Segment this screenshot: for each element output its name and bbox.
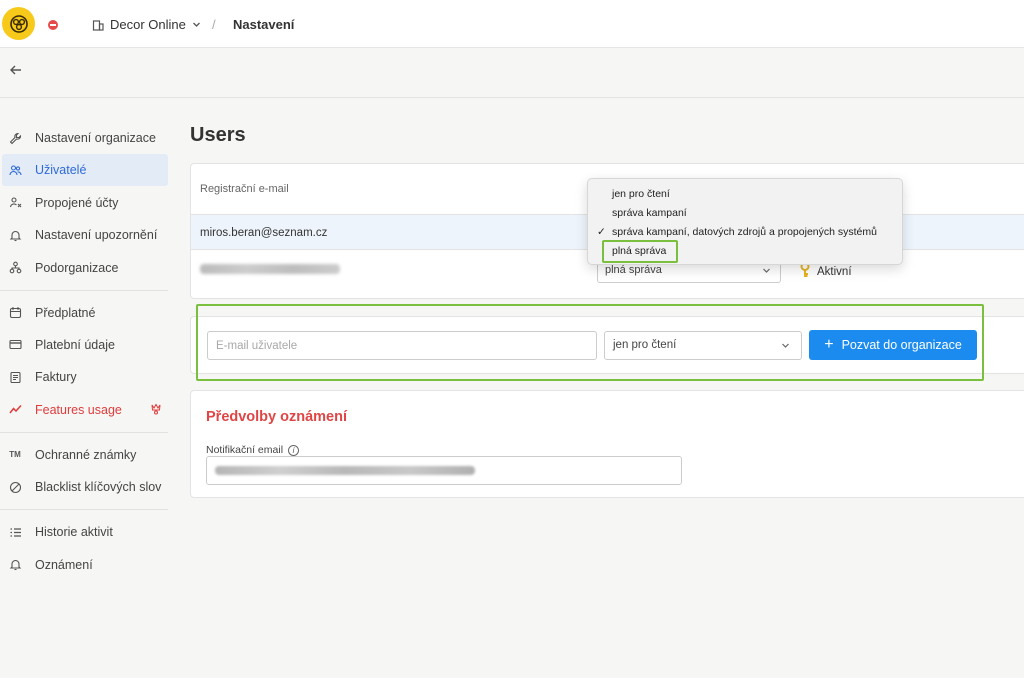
invite-to-organization-button[interactable]: + Pozvat do organizace [809, 330, 977, 360]
role-option-campaign-management[interactable]: správa kampaní [612, 207, 687, 219]
page-title: Users [190, 124, 246, 146]
breadcrumb-current: Nastavení [233, 17, 295, 32]
checkmark-icon: ✓ [597, 226, 606, 238]
role-option-read-only[interactable]: jen pro čtení [612, 188, 670, 200]
sidebar-item-notification-settings[interactable]: Nastavení upozornění [0, 219, 170, 251]
sidebar-item-label: Ochranné známky [35, 447, 137, 462]
info-icon[interactable]: i [288, 444, 300, 456]
organization-selector[interactable]: Decor Online [92, 17, 201, 32]
role-dropdown-menu: jen pro čtení správa kampaní ✓ správa ka… [587, 178, 903, 265]
sidebar-divider [0, 509, 168, 511]
role-option-campaigns-data-sources[interactable]: správa kampaní, datových zdrojů a propoj… [612, 226, 877, 238]
breadcrumb-separator: / [212, 17, 216, 32]
sidebar-item-subscription[interactable]: Předplatné [0, 297, 170, 329]
wrench-icon [8, 131, 22, 145]
trademark-icon: TM [9, 450, 21, 460]
user-link-icon [8, 196, 22, 210]
bell-icon [8, 558, 22, 572]
sidebar-item-activity-history[interactable]: Historie aktivit [0, 516, 170, 548]
building-icon [92, 19, 104, 31]
sidebar-item-label: Blacklist klíčových slov [35, 480, 162, 495]
highlight-frame [602, 240, 678, 263]
sidebar-item-notifications[interactable]: Oznámení [0, 549, 170, 581]
redacted-email [200, 264, 340, 274]
calendar-icon [8, 306, 22, 320]
top-bar: Decor Online / Nastavení [0, 0, 1024, 48]
notification-email-input[interactable] [206, 456, 682, 485]
organization-name: Decor Online [110, 17, 186, 32]
sidebar-item-users[interactable]: Uživatelé [2, 154, 168, 187]
sidebar-item-label: Nastavení upozornění [35, 228, 158, 243]
user-email: miros.beran@seznam.cz [200, 227, 328, 239]
sidebar-item-keyword-blacklist[interactable]: Blacklist klíčových slov [0, 471, 170, 503]
app-logo[interactable] [2, 7, 35, 40]
redacted-notification-email [215, 466, 475, 475]
logo-icon [9, 14, 28, 33]
credit-card-icon [8, 338, 22, 352]
sidebar-item-label: Propojené účty [35, 195, 119, 210]
notification-preferences: Předvolby oznámení Notifikační email i [190, 390, 1024, 498]
sidebar-item-label: Features usage [35, 402, 122, 417]
invoice-icon [8, 370, 22, 384]
sidebar-item-linked-accounts[interactable]: Propojené účty [0, 187, 170, 219]
settings-sidebar: Nastavení organizace Uživatelé Propojené… [0, 122, 170, 581]
sidebar-item-payment-details[interactable]: Platební údaje [0, 329, 170, 361]
sidebar-item-trademarks[interactable]: TM Ochranné známky [0, 439, 170, 471]
sidebar-divider [0, 431, 168, 433]
sidebar-item-label: Faktury [35, 370, 77, 385]
sidebar-item-suborganizations[interactable]: Podorganizace [0, 252, 170, 284]
invite-button-label: Pozvat do organizace [841, 338, 962, 352]
trend-icon [8, 403, 22, 417]
sidebar-item-label: Předplatné [35, 305, 96, 320]
sidebar-item-label: Uživatelé [35, 163, 87, 178]
plus-icon: + [824, 336, 834, 353]
notification-email-label: Notifikační email i [206, 444, 300, 456]
invite-role-value: jen pro čtení [613, 339, 677, 351]
list-icon [8, 525, 22, 539]
column-header-email: Registrační e-mail [200, 183, 289, 195]
users-icon [8, 163, 22, 177]
sidebar-divider [0, 289, 168, 291]
chevron-down-icon [781, 332, 790, 370]
back-arrow-icon[interactable] [9, 63, 23, 77]
sidebar-item-label: Oznámení [35, 557, 93, 572]
sidebar-item-organization-settings[interactable]: Nastavení organizace [0, 122, 170, 154]
preferences-title: Předvolby oznámení [206, 409, 348, 425]
sidebar-item-label: Podorganizace [35, 260, 119, 275]
sidebar-item-label: Platební údaje [35, 337, 115, 352]
invite-role-select[interactable]: jen pro čtení [604, 331, 802, 360]
sitemap-icon [8, 261, 22, 275]
bell-settings-icon [8, 228, 22, 242]
invite-email-input[interactable] [207, 331, 597, 360]
invite-user-form: jen pro čtení + Pozvat do organizace [190, 316, 1024, 374]
status-label: Aktivní [817, 265, 852, 278]
sidebar-item-invoices[interactable]: Faktury [0, 361, 170, 393]
blocked-icon [8, 480, 22, 494]
user-role-value: plná správa [605, 264, 662, 276]
premium-icon [150, 403, 162, 418]
sidebar-item-label: Nastavení organizace [35, 131, 156, 145]
notification-email-label-text: Notifikační email [206, 444, 284, 456]
chevron-down-icon [192, 22, 200, 27]
sidebar-item-features-usage[interactable]: Features usage [0, 394, 170, 426]
sidebar-item-label: Historie aktivit [35, 525, 113, 540]
sub-bar [0, 48, 1024, 98]
stop-icon[interactable] [48, 20, 58, 30]
